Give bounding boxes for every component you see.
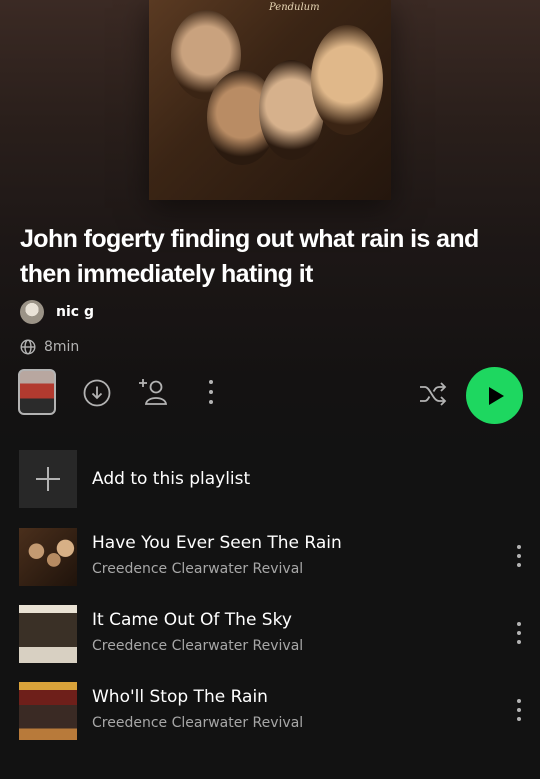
play-icon bbox=[488, 386, 504, 405]
track-artist[interactable]: Creedence Clearwater Revival bbox=[92, 638, 303, 654]
playlist-cover-art: Pendulum bbox=[149, 0, 391, 200]
playlist-owner[interactable]: nic g bbox=[20, 300, 94, 324]
avatar[interactable] bbox=[20, 300, 44, 324]
plus-icon bbox=[36, 467, 60, 491]
track-row[interactable]: Have You Ever Seen The Rain Creedence Cl… bbox=[19, 528, 524, 586]
playlist-thumbnail-button[interactable] bbox=[18, 369, 56, 415]
track-artist[interactable]: Creedence Clearwater Revival bbox=[92, 715, 303, 731]
track-album-art bbox=[19, 682, 77, 740]
track-album-art bbox=[19, 605, 77, 663]
play-button[interactable] bbox=[466, 367, 523, 424]
add-user-icon[interactable] bbox=[139, 376, 171, 408]
track-title[interactable]: Who'll Stop The Rain bbox=[92, 687, 268, 707]
more-vertical-icon[interactable] bbox=[206, 378, 216, 406]
owner-name[interactable]: nic g bbox=[56, 304, 94, 320]
playlist-title: John fogerty finding out what rain is an… bbox=[20, 225, 479, 288]
duration-text: 8min bbox=[44, 339, 80, 355]
more-vertical-icon[interactable] bbox=[514, 698, 524, 722]
track-row[interactable]: Who'll Stop The Rain Creedence Clearwate… bbox=[19, 682, 524, 740]
track-artist[interactable]: Creedence Clearwater Revival bbox=[92, 561, 303, 577]
add-to-playlist-label[interactable]: Add to this playlist bbox=[92, 469, 250, 489]
download-icon[interactable] bbox=[82, 378, 112, 408]
cover-script-text: Pendulum bbox=[269, 2, 320, 13]
track-row[interactable]: It Came Out Of The Sky Creedence Clearwa… bbox=[19, 605, 524, 663]
more-vertical-icon[interactable] bbox=[514, 544, 524, 568]
shuffle-icon[interactable] bbox=[418, 381, 448, 407]
action-bar bbox=[18, 366, 524, 426]
more-vertical-icon[interactable] bbox=[514, 621, 524, 645]
track-album-art bbox=[19, 528, 77, 586]
track-title[interactable]: It Came Out Of The Sky bbox=[92, 610, 292, 630]
track-title[interactable]: Have You Ever Seen The Rain bbox=[92, 533, 342, 553]
add-to-playlist-button[interactable] bbox=[19, 450, 77, 508]
cover-face bbox=[311, 25, 383, 135]
globe-icon bbox=[20, 339, 36, 355]
add-to-playlist-row[interactable]: Add to this playlist bbox=[19, 450, 250, 508]
playlist-duration: 8min bbox=[20, 339, 79, 355]
